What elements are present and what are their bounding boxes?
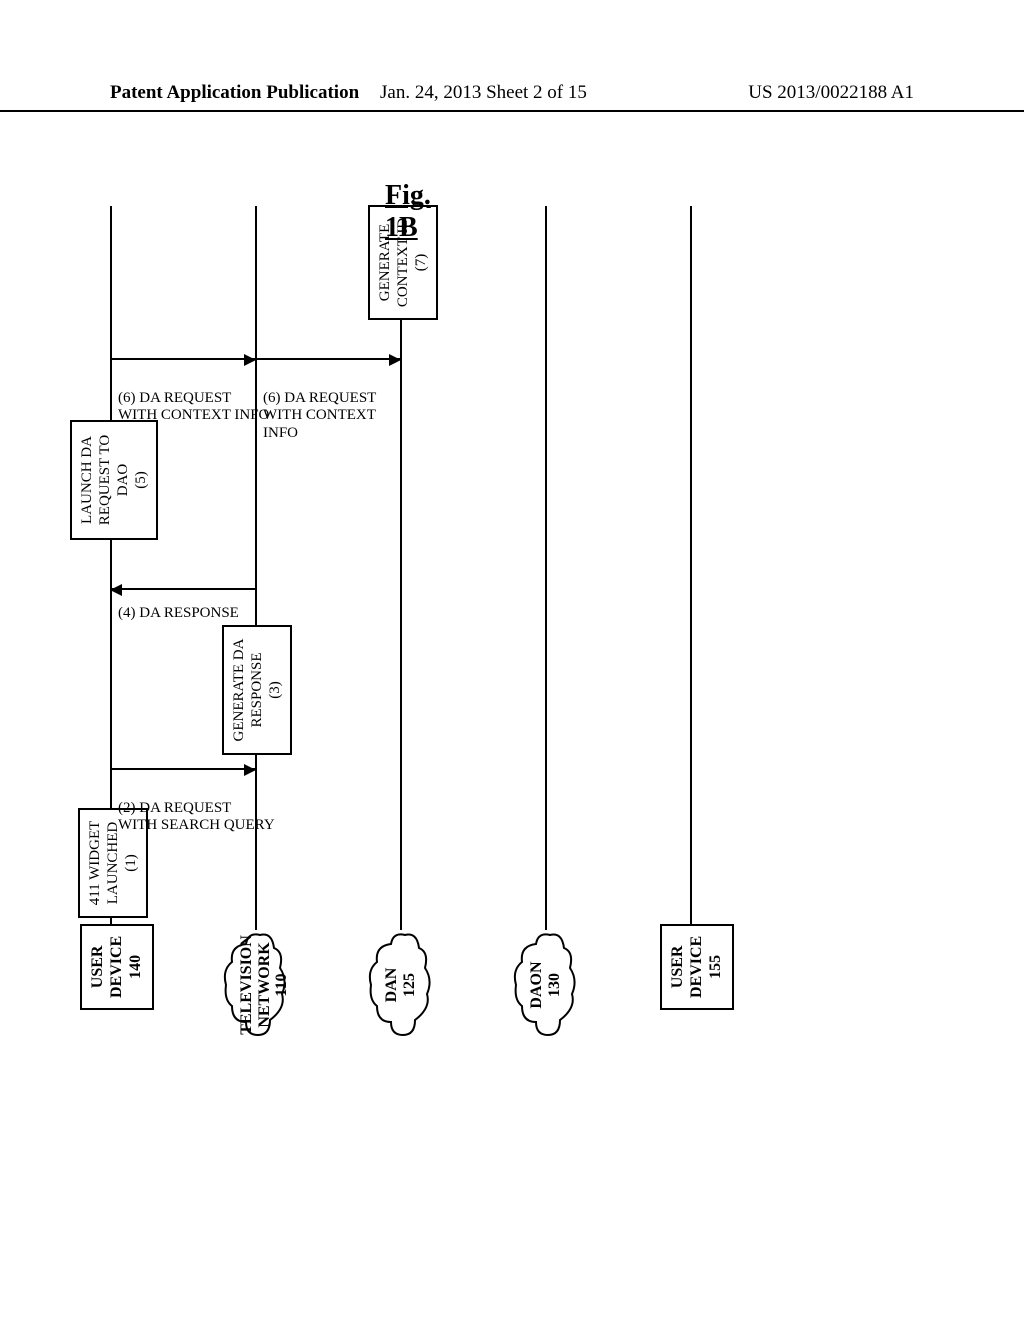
p4-l2: 130 xyxy=(546,973,563,997)
p5-l2: DEVICE xyxy=(688,936,705,998)
a1-l1: 411 WIDGET xyxy=(87,821,103,906)
m6a-l2: WITH CONTEXT INFO xyxy=(118,407,269,423)
msg-2: (2) DA REQUEST WITH SEARCH QUERY xyxy=(118,800,275,835)
a5-l2: REQUEST TO xyxy=(97,435,113,525)
activity-launch-da-request: LAUNCH DA REQUEST TO DAO (5) xyxy=(70,420,158,540)
arrow-6a-head xyxy=(244,354,256,366)
m6b-l2: WITH CONTEXT xyxy=(263,407,376,423)
header-left: Patent Application Publication xyxy=(110,82,359,104)
a5-l1: LAUNCH DA xyxy=(79,436,95,524)
arrow-6a-line xyxy=(110,358,255,360)
page-header: Patent Application Publication Jan. 24, … xyxy=(0,82,1024,112)
header-right: US 2013/0022188 A1 xyxy=(748,82,914,104)
p3-l1: DAN xyxy=(383,968,400,1003)
a5-l4: (5) xyxy=(133,471,149,489)
participant-user-device-155: USER DEVICE 155 xyxy=(660,924,734,1010)
participant-television-network: TELEVISION NETWORK 110 xyxy=(220,930,290,1040)
p1-l2: DEVICE xyxy=(108,936,125,998)
p2-l1: TELEVISION xyxy=(238,935,255,1035)
m6a-l1: (6) DA REQUEST xyxy=(118,390,231,406)
m2-l2: WITH SEARCH QUERY xyxy=(118,817,275,833)
p1-l1: USER xyxy=(89,946,106,989)
msg-6b: (6) DA REQUEST WITH CONTEXT INFO xyxy=(263,390,376,442)
m4-l1: (4) DA RESPONSE xyxy=(118,605,239,621)
arrow-2-head xyxy=(244,764,256,776)
arrow-6b-line xyxy=(255,358,400,360)
participant-user-device-140: USER DEVICE 140 xyxy=(80,924,154,1010)
participant-daon: DAON 130 xyxy=(510,930,580,1040)
msg-4: (4) DA RESPONSE xyxy=(118,605,239,622)
arrow-4-line xyxy=(110,588,255,590)
a1-l3: (1) xyxy=(123,854,139,872)
m6b-l1: (6) DA REQUEST xyxy=(263,390,376,406)
a5-l3: DAO xyxy=(115,464,131,497)
msg-6a: (6) DA REQUEST WITH CONTEXT INFO xyxy=(118,390,269,425)
a3-l3: (3) xyxy=(267,681,283,699)
p5-l3: 155 xyxy=(707,955,724,979)
p4-l1: DAON xyxy=(528,961,545,1008)
p3-l2: 125 xyxy=(401,973,418,997)
m2-l1: (2) DA REQUEST xyxy=(118,800,231,816)
arrow-2-line xyxy=(110,768,255,770)
p5-l1: USER xyxy=(669,946,686,989)
p2-l2: NETWORK 110 xyxy=(256,942,291,1027)
a3-l1: GENERATE DA xyxy=(231,639,247,742)
figure-label: Fig. 1B xyxy=(385,180,431,244)
header-center: Jan. 24, 2013 Sheet 2 of 15 xyxy=(380,82,587,104)
arrow-6b-head xyxy=(389,354,401,366)
sequence-diagram: USER DEVICE 140 TELEVISION NETWORK 110 xyxy=(110,180,930,980)
lifeline-user-device-155 xyxy=(690,206,692,926)
p1-l3: 140 xyxy=(127,955,144,979)
participant-dan: DAN 125 xyxy=(365,930,435,1040)
a3-l2: RESPONSE xyxy=(249,652,265,727)
activity-generate-da-response: GENERATE DA RESPONSE (3) xyxy=(222,625,292,755)
m6b-l3: INFO xyxy=(263,425,298,441)
lifeline-daon xyxy=(545,206,547,930)
arrow-4-head xyxy=(110,584,122,596)
a7-l3: (7) xyxy=(413,254,429,272)
